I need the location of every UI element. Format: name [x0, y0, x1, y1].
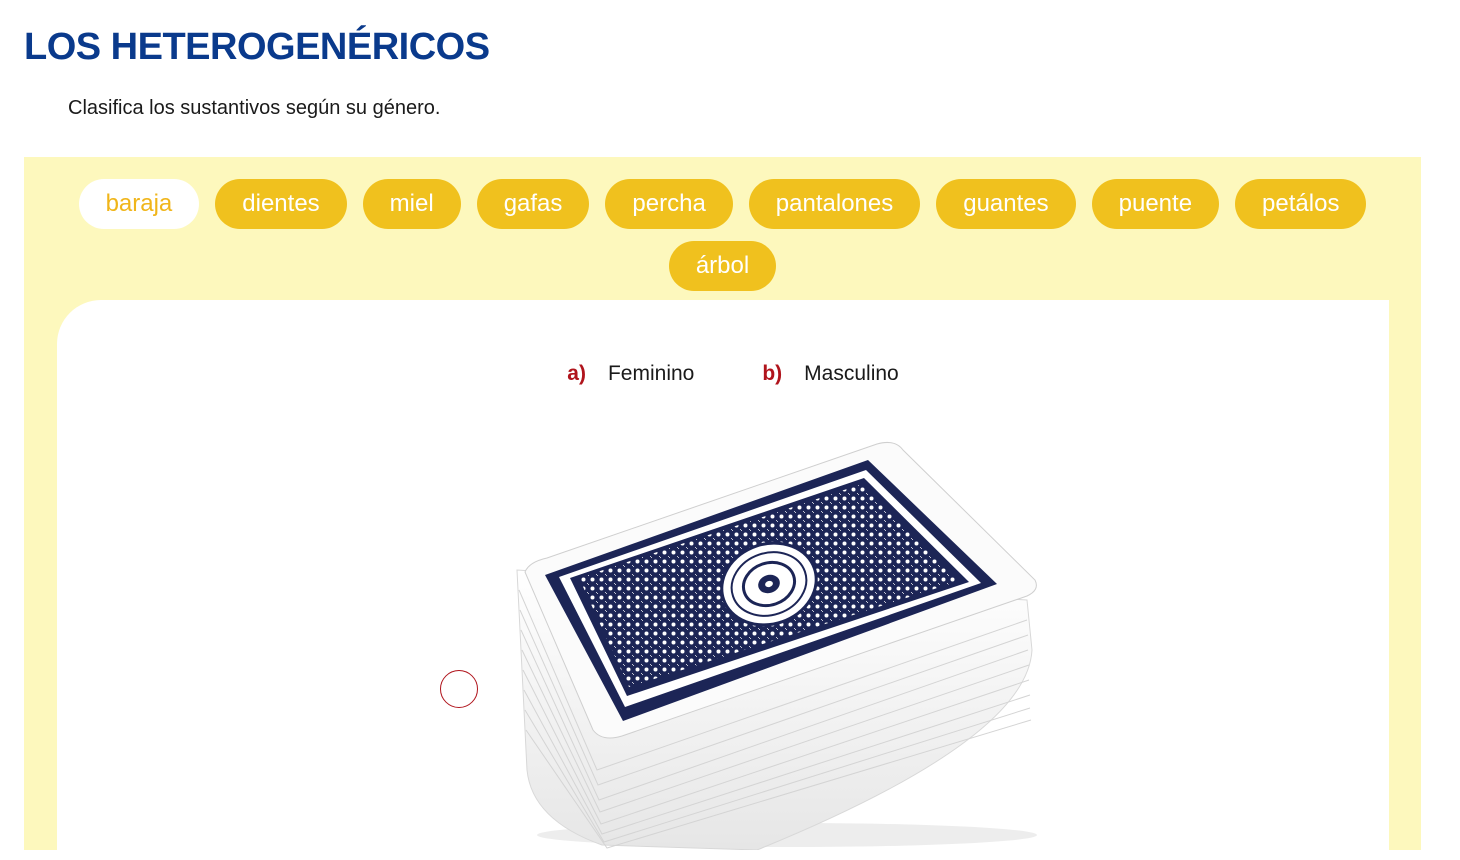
- word-chip-baraja[interactable]: baraja: [78, 179, 200, 229]
- answer-radio[interactable]: [440, 670, 478, 708]
- option-letter-b: b): [762, 362, 783, 385]
- exercise-panel: baraja dientes miel gafas percha pantalo…: [24, 157, 1421, 860]
- word-chip-dientes[interactable]: dientes: [215, 179, 347, 229]
- option-feminino[interactable]: a) Feminino: [547, 362, 694, 386]
- option-label-masculino: Masculino: [804, 362, 899, 385]
- option-letter-a: a): [567, 362, 586, 385]
- word-chip-miel[interactable]: miel: [362, 179, 461, 229]
- playing-cards-image: [507, 440, 1047, 851]
- word-bank: baraja dientes miel gafas percha pantalo…: [24, 179, 1421, 291]
- word-chip-guantes[interactable]: guantes: [936, 179, 1076, 229]
- word-chip-gafas[interactable]: gafas: [476, 179, 590, 229]
- gender-options: a) Feminino b) Masculino: [57, 362, 1389, 386]
- word-chip-arbol[interactable]: árbol: [668, 241, 777, 291]
- word-chip-petalos[interactable]: petálos: [1235, 179, 1367, 229]
- option-masculino[interactable]: b) Masculino: [742, 362, 898, 386]
- question-card: a) Feminino b) Masculino: [57, 300, 1389, 860]
- word-chip-puente[interactable]: puente: [1091, 179, 1220, 229]
- word-chip-percha[interactable]: percha: [605, 179, 733, 229]
- word-chip-pantalones[interactable]: pantalones: [748, 179, 921, 229]
- option-label-feminino: Feminino: [607, 362, 695, 385]
- instruction-text: Clasifica los sustantivos según su géner…: [68, 97, 441, 119]
- page-title: LOS HETEROGENÉRICOS: [24, 26, 490, 68]
